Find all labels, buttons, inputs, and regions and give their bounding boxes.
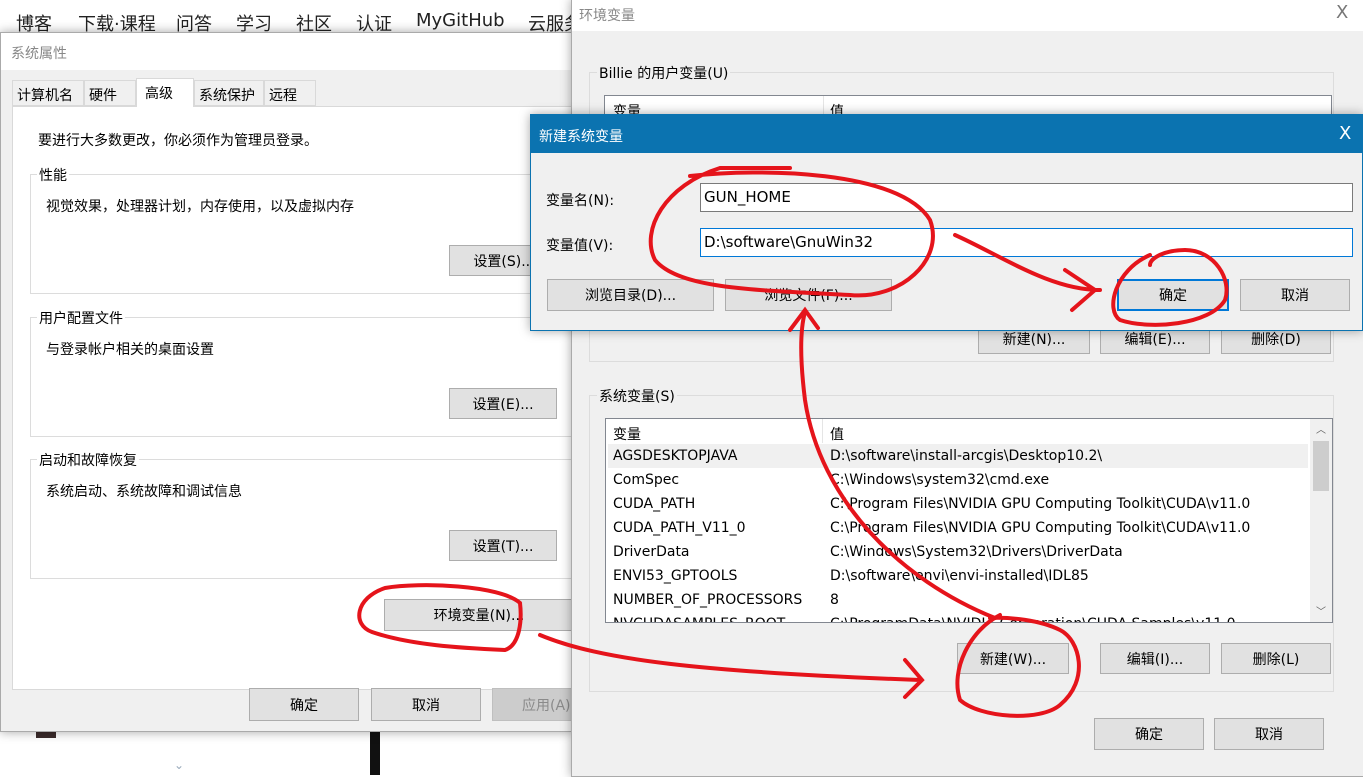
variable-name: ENVI53_GPTOOLS — [613, 568, 738, 584]
ok-button[interactable]: 确定 — [249, 688, 359, 721]
nav-mygithub[interactable]: MyGitHub — [416, 10, 505, 31]
variable-name: CUDA_PATH_V11_0 — [613, 520, 746, 536]
scroll-up-icon[interactable]: ︿ — [1316, 421, 1326, 436]
tab-computer-name[interactable]: 计算机名 — [12, 80, 84, 106]
variable-name: AGSDESKTOPJAVA — [613, 448, 738, 464]
close-icon[interactable]: X — [1336, 2, 1348, 23]
group-label: Billie 的用户变量(U) — [597, 63, 731, 83]
cancel-button[interactable]: 取消 — [371, 688, 481, 721]
system-new-button[interactable]: 新建(W)... — [957, 643, 1069, 674]
env-ok-button[interactable]: 确定 — [1094, 718, 1204, 750]
performance-group: 性能 视觉效果，处理器计划，内存使用，以及虚拟内存 — [30, 165, 572, 294]
system-variables-table[interactable]: 变量 值 ︿ ﹀ AGSDESKTOPJAVA D:\software\insta… — [605, 418, 1333, 623]
tab-advanced[interactable]: 高级 — [136, 78, 194, 107]
variable-name: DriverData — [613, 544, 690, 560]
variable-value: 8 — [830, 592, 839, 608]
scroll-down-icon[interactable]: ﹀ — [1316, 603, 1326, 618]
title-bar — [572, 0, 1363, 31]
title-bar — [531, 115, 1363, 153]
apply-button[interactable]: 应用(A) — [492, 688, 574, 721]
new-system-variable-dialog: 新建系统变量 X 变量名(N): 变量值(V): GUN_HOME D:\sof… — [530, 114, 1363, 331]
table-row[interactable]: ENVI53_GPTOOLS D:\software\envi\envi-inst… — [608, 564, 1308, 588]
variable-value-label: 变量值(V): — [546, 238, 614, 254]
tab-system-protection[interactable]: 系统保护 — [194, 80, 264, 106]
variable-name: NVCUDASAMPLES_ROOT — [613, 616, 785, 622]
group-label: 用户配置文件 — [37, 308, 125, 328]
tab-hardware[interactable]: 硬件 — [84, 80, 136, 106]
column-header-value[interactable]: 值 — [830, 424, 844, 444]
table-row[interactable]: ComSpec C:\Windows\system32\cmd.exe — [608, 468, 1308, 492]
variable-value: C:\Program Files\NVIDIA GPU Computing To… — [830, 496, 1251, 512]
browse-directory-button[interactable]: 浏览目录(D)... — [547, 279, 714, 311]
group-label: 启动和故障恢复 — [37, 450, 139, 470]
bg-bar — [370, 732, 380, 775]
variable-name: ComSpec — [613, 472, 680, 488]
group-desc: 系统启动、系统故障和调试信息 — [46, 484, 242, 500]
table-row[interactable]: CUDA_PATH C:\Program Files\NVIDIA GPU Com… — [608, 492, 1308, 516]
variable-name-label: 变量名(N): — [546, 193, 615, 209]
variable-value: D:\software\install-arcgis\Desktop10.2\ — [830, 448, 1103, 464]
startup-group: 启动和故障恢复 系统启动、系统故障和调试信息 — [30, 450, 572, 579]
profile-group: 用户配置文件 与登录帐户相关的桌面设置 — [30, 308, 572, 437]
variable-value: C:\ProgramData\NVIDIA Corporation\CUDA S… — [830, 616, 1236, 622]
env-cancel-button[interactable]: 取消 — [1214, 718, 1324, 750]
table-row[interactable]: DriverData C:\Windows\System32\Drivers\Dr… — [608, 540, 1308, 564]
table-row[interactable]: NVCUDASAMPLES_ROOT C:\ProgramData\NVIDIA … — [608, 612, 1308, 622]
group-desc: 与登录帐户相关的桌面设置 — [46, 342, 214, 358]
variable-name: CUDA_PATH — [613, 496, 696, 512]
startup-settings-button[interactable]: 设置(T)... — [449, 530, 557, 561]
tab-remote[interactable]: 远程 — [264, 80, 316, 106]
variable-value: C:\Windows\system32\cmd.exe — [830, 472, 1050, 488]
title-bar — [1, 33, 573, 70]
variable-value: D:\software\envi\envi-installed\IDL85 — [830, 568, 1089, 584]
variable-value: C:\Windows\System32\Drivers\DriverData — [830, 544, 1123, 560]
admin-note: 要进行大多数更改，你必须作为管理员登录。 — [38, 133, 318, 149]
close-icon[interactable]: X — [1339, 123, 1351, 144]
group-label: 性能 — [37, 165, 69, 185]
chevron-down-icon[interactable]: ⌄ — [174, 758, 184, 772]
dialog-title: 新建系统变量 — [539, 129, 623, 145]
table-row[interactable]: CUDA_PATH_V11_0 C:\Program Files\NVIDIA G… — [608, 516, 1308, 540]
profile-settings-button[interactable]: 设置(E)... — [449, 388, 557, 419]
system-delete-button[interactable]: 删除(L) — [1221, 643, 1331, 674]
group-label: 系统变量(S) — [597, 386, 677, 406]
table-row[interactable]: NUMBER_OF_PROCESSORS 8 — [608, 588, 1308, 612]
browse-file-button[interactable]: 浏览文件(F)... — [725, 279, 892, 311]
variable-name: NUMBER_OF_PROCESSORS — [613, 592, 803, 608]
table-row[interactable]: AGSDESKTOPJAVA D:\software\install-arcgis… — [608, 444, 1308, 468]
window-title: 系统属性 — [11, 46, 67, 62]
window-title: 环境变量 — [579, 8, 635, 24]
scrollbar-thumb[interactable] — [1313, 441, 1329, 491]
dialog-ok-button[interactable]: 确定 — [1117, 279, 1229, 311]
dialog-cancel-button[interactable]: 取消 — [1240, 279, 1350, 311]
bg-image-fragment — [36, 732, 56, 738]
variable-value: C:\Program Files\NVIDIA GPU Computing To… — [830, 520, 1251, 536]
environment-variables-button[interactable]: 环境变量(N)... — [384, 599, 574, 631]
variable-name-input[interactable]: GUN_HOME — [700, 183, 1353, 212]
scrollbar[interactable]: ︿ ﹀ — [1310, 419, 1332, 622]
group-desc: 视觉效果，处理器计划，内存使用，以及虚拟内存 — [46, 199, 354, 215]
system-edit-button[interactable]: 编辑(I)... — [1100, 643, 1210, 674]
variable-value-input[interactable]: D:\software\GnuWin32 — [700, 228, 1353, 257]
column-header-variable[interactable]: 变量 — [613, 424, 641, 444]
